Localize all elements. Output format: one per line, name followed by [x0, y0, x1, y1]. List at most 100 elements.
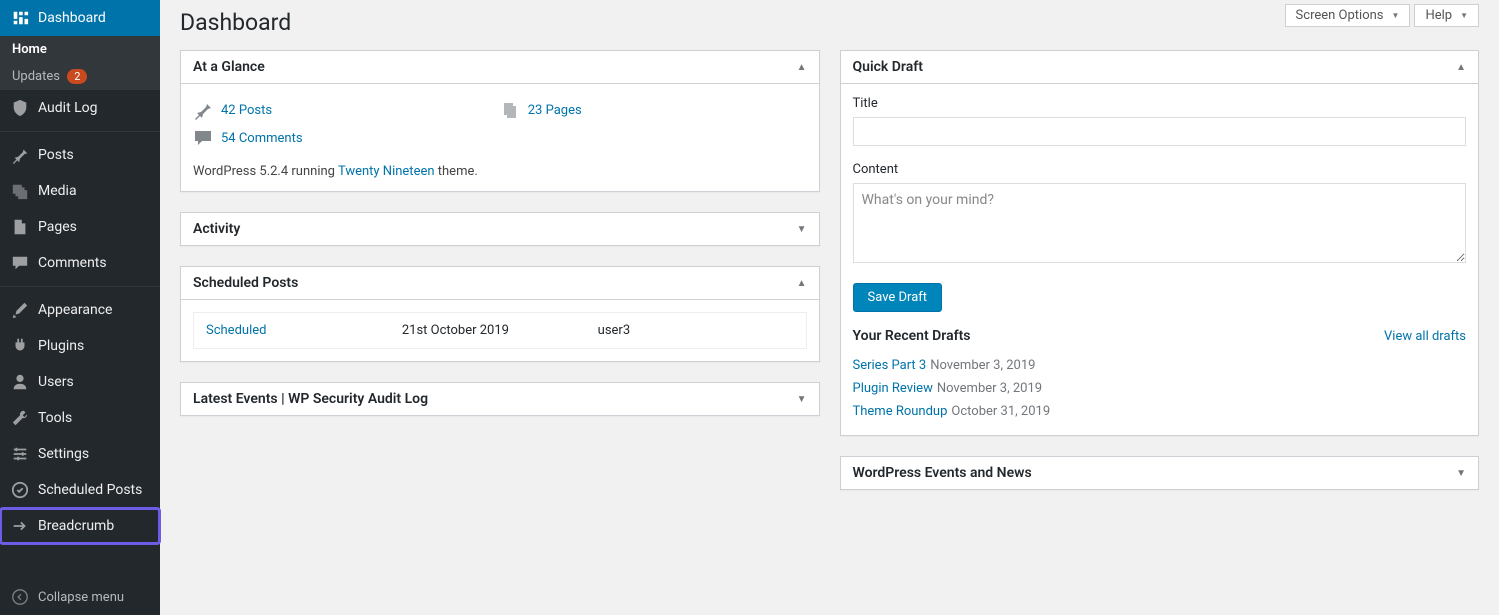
- list-item: Series Part 3November 3, 2019: [853, 354, 1467, 377]
- pin-icon: [193, 100, 213, 120]
- latest-events-title: Latest Events | WP Security Audit Log: [193, 391, 428, 407]
- sidebar-item-audit-log[interactable]: Audit Log: [0, 90, 160, 126]
- sidebar-item-label: Dashboard: [38, 10, 106, 26]
- sidebar-item-plugins[interactable]: Plugins: [0, 328, 160, 364]
- toggle-down-icon[interactable]: ▼: [797, 394, 807, 405]
- sidebar-item-label: Users: [38, 374, 74, 390]
- recent-drafts-heading: Your Recent Drafts: [853, 328, 971, 344]
- sidebar-item-label: Audit Log: [38, 100, 98, 116]
- glance-posts-link[interactable]: 42 Posts: [221, 103, 272, 118]
- wp-version-line: WordPress 5.2.4 running Twenty Nineteen …: [193, 164, 807, 179]
- latest-events-box: Latest Events | WP Security Audit Log ▼: [180, 382, 820, 416]
- list-item: Plugin Review November 3, 2019: [853, 377, 1467, 400]
- toggle-up-icon[interactable]: ▲: [797, 62, 807, 73]
- sidebar-item-label: Posts: [38, 147, 74, 163]
- sliders-icon: [10, 444, 30, 464]
- at-a-glance-title: At a Glance: [193, 59, 265, 75]
- events-news-box: WordPress Events and News ▼: [840, 456, 1480, 490]
- right-column: Quick Draft ▲ Title Content Save Draft Y…: [840, 50, 1480, 490]
- submenu-updates-label: Updates: [12, 69, 60, 84]
- save-draft-button[interactable]: Save Draft: [853, 283, 943, 312]
- at-a-glance-box: At a Glance ▲ 42 Posts 23 Pages: [180, 50, 820, 192]
- sidebar-item-appearance[interactable]: Appearance: [0, 292, 160, 328]
- draft-date: November 3, 2019: [930, 358, 1035, 373]
- left-column: At a Glance ▲ 42 Posts 23 Pages: [180, 50, 820, 490]
- sidebar-item-dashboard[interactable]: Dashboard: [0, 0, 160, 36]
- sidebar-item-label: Breadcrumb: [38, 518, 114, 534]
- pin-icon: [10, 145, 30, 165]
- sidebar-item-label: Settings: [38, 446, 89, 462]
- wrench-icon: [10, 408, 30, 428]
- activity-title: Activity: [193, 221, 240, 237]
- scheduled-table: Scheduled 21st October 2019 user3: [193, 312, 807, 349]
- scheduled-date: 21st October 2019: [402, 323, 598, 338]
- table-row: Scheduled 21st October 2019 user3: [194, 313, 806, 348]
- version-suffix: theme.: [435, 164, 478, 179]
- sidebar-item-label: Tools: [38, 410, 72, 426]
- scheduled-status-link[interactable]: Scheduled: [206, 323, 266, 338]
- media-icon: [10, 181, 30, 201]
- brush-icon: [10, 300, 30, 320]
- draft-link[interactable]: Theme Roundup: [853, 404, 948, 419]
- comment-icon: [10, 253, 30, 273]
- screen-options-button[interactable]: Screen Options: [1285, 4, 1411, 27]
- view-all-drafts-link[interactable]: View all drafts: [1384, 329, 1466, 344]
- sidebar-item-pages[interactable]: Pages: [0, 209, 160, 245]
- shield-icon: [10, 98, 30, 118]
- collapse-icon: [10, 587, 30, 607]
- sidebar-item-posts[interactable]: Posts: [0, 137, 160, 173]
- collapse-menu[interactable]: Collapse menu: [0, 579, 160, 615]
- draft-title-input[interactable]: [853, 117, 1467, 146]
- draft-link[interactable]: Plugin Review: [853, 381, 933, 396]
- title-label: Title: [853, 96, 1467, 111]
- toggle-up-icon[interactable]: ▲: [1456, 62, 1466, 73]
- main-content: Screen Options Help Dashboard At a Glanc…: [160, 0, 1499, 615]
- sidebar-item-label: Pages: [38, 219, 77, 235]
- dashboard-icon: [10, 8, 30, 28]
- help-button[interactable]: Help: [1414, 4, 1479, 27]
- activity-box: Activity ▼: [180, 212, 820, 246]
- glance-pages: 23 Pages: [500, 96, 807, 124]
- sidebar-item-scheduled-posts[interactable]: Scheduled Posts: [0, 472, 160, 508]
- arrow-right-icon: [10, 516, 30, 536]
- pages-icon: [500, 100, 520, 120]
- quick-draft-box: Quick Draft ▲ Title Content Save Draft Y…: [840, 50, 1480, 436]
- scheduled-posts-title: Scheduled Posts: [193, 275, 298, 291]
- draft-link[interactable]: Series Part 3: [853, 358, 927, 373]
- submenu-home[interactable]: Home: [0, 36, 160, 63]
- scheduled-user: user3: [598, 323, 794, 338]
- sidebar-item-media[interactable]: Media: [0, 173, 160, 209]
- glance-comments: 54 Comments: [193, 124, 500, 152]
- draft-content-textarea[interactable]: [853, 183, 1467, 263]
- draft-date: November 3, 2019: [937, 381, 1042, 396]
- events-news-title: WordPress Events and News: [853, 465, 1032, 481]
- help-label: Help: [1425, 8, 1452, 23]
- sidebar-item-settings[interactable]: Settings: [0, 436, 160, 472]
- quick-draft-title: Quick Draft: [853, 59, 923, 75]
- recent-drafts-list: Series Part 3November 3, 2019 Plugin Rev…: [853, 354, 1467, 423]
- scheduled-posts-box: Scheduled Posts ▲ Scheduled 21st October…: [180, 266, 820, 362]
- dashboard-submenu: Home Updates 2: [0, 36, 160, 90]
- updates-badge: 2: [67, 69, 87, 84]
- plug-icon: [10, 336, 30, 356]
- theme-link[interactable]: Twenty Nineteen: [338, 164, 435, 179]
- collapse-label: Collapse menu: [38, 590, 124, 605]
- sidebar-item-comments[interactable]: Comments: [0, 245, 160, 281]
- sidebar-item-users[interactable]: Users: [0, 364, 160, 400]
- sidebar-item-tools[interactable]: Tools: [0, 400, 160, 436]
- version-prefix: WordPress 5.2.4 running: [193, 164, 338, 179]
- comment-icon: [193, 128, 213, 148]
- screen-options-label: Screen Options: [1296, 8, 1384, 23]
- glance-posts: 42 Posts: [193, 96, 500, 124]
- top-buttons: Screen Options Help: [1285, 4, 1479, 27]
- draft-date: October 31, 2019: [951, 404, 1050, 419]
- toggle-down-icon[interactable]: ▼: [797, 224, 807, 235]
- toggle-up-icon[interactable]: ▲: [797, 278, 807, 289]
- glance-comments-link[interactable]: 54 Comments: [221, 131, 303, 146]
- list-item: Theme RoundupOctober 31, 2019: [853, 400, 1467, 423]
- submenu-updates[interactable]: Updates 2: [0, 63, 160, 90]
- toggle-down-icon[interactable]: ▼: [1456, 468, 1466, 479]
- sidebar-item-breadcrumb[interactable]: Breadcrumb: [0, 508, 160, 544]
- glance-pages-link[interactable]: 23 Pages: [528, 103, 582, 118]
- sidebar-item-label: Media: [38, 183, 77, 199]
